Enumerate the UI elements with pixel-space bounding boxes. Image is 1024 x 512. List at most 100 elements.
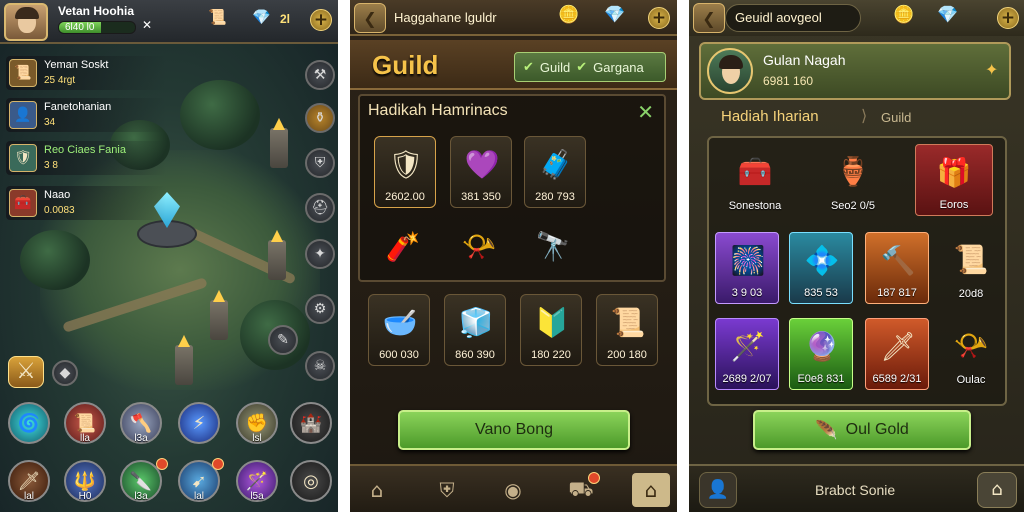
player-avatar[interactable] [4, 3, 48, 41]
shield-icon[interactable]: ⛨ [305, 148, 335, 178]
fist-icon[interactable]: ✊ lsl [236, 402, 278, 444]
blue-scroll-icon[interactable]: 🔭 [528, 228, 578, 264]
gold-chest-icon: 🧰 [737, 154, 773, 188]
feather-icon: 🪶 [815, 419, 838, 440]
tab-guild[interactable]: Guild [881, 110, 911, 125]
notification-badge [156, 458, 168, 470]
armor-chest-icon: 🧳 [538, 147, 574, 181]
top-bar: Vetan Hoohia 6l40 l0 ✕ 📜 💎 2l + [0, 0, 338, 44]
swirl-icon[interactable]: 🌀 [8, 402, 50, 444]
axe-icon[interactable]: ⚒ [305, 60, 335, 90]
home-icon[interactable]: ⌂ [362, 476, 392, 504]
treasure-icon[interactable]: ⚱ [305, 103, 335, 133]
staff-icon[interactable]: 🔱 H0 [64, 460, 106, 502]
close-icon[interactable]: ✕ [142, 18, 152, 32]
feather-icon[interactable]: ✎ [268, 325, 298, 355]
quest-item[interactable]: 👤 Fanetohanian 34 [6, 98, 166, 132]
store-item[interactable]: 💠 835 53 [789, 232, 853, 304]
guild-profile: Gulan Nagah 6981 160 ✦ [699, 42, 1011, 100]
helmet-icon[interactable]: ⛑ [305, 193, 335, 223]
store-item[interactable]: 🏺 Seo2 0/5 [821, 144, 885, 216]
tab-bar: Hadiah Iharian ⟩ Guild [711, 104, 1001, 132]
store-item[interactable]: 📯 Oulac [939, 318, 1003, 390]
skull-icon[interactable]: ☠ [305, 351, 335, 381]
reward-slot[interactable]: 📜 200 180 [596, 294, 658, 366]
reward-slot[interactable]: 🔰 180 220 [520, 294, 582, 366]
sword-icon[interactable]: ⚔ [8, 356, 44, 388]
axe-icon[interactable]: 🪓 l3a [120, 402, 162, 444]
reward-slot[interactable]: 🛡 2602.00 [374, 136, 436, 208]
tab-label: Guild [539, 59, 571, 75]
quest-sub: 0.0083 [44, 205, 75, 216]
scroll-icon[interactable]: 📜 lla [64, 402, 106, 444]
settings-gear-icon[interactable]: ⚙ [305, 294, 335, 324]
resource-count: 2l [280, 12, 291, 26]
knight-portrait-icon: 🛡 [9, 144, 37, 172]
quest-sub: 25 4rgt [44, 75, 76, 86]
tab-divider: ⟩ [861, 108, 868, 125]
store-icon[interactable]: ⌂ [632, 473, 670, 507]
store-item[interactable]: 🧰 Sonestona [723, 144, 787, 216]
store-icon[interactable]: ⌂ [977, 472, 1017, 508]
store-item[interactable]: 🔨 187 817 [865, 232, 929, 304]
bottom-nav: ⌂ ⛨ ◉ ⛟ ⌂ [350, 464, 677, 512]
store-item[interactable]: 🎆 3 9 03 [715, 232, 779, 304]
reward-slot[interactable]: 💜 381 350 [450, 136, 512, 208]
back-button[interactable]: ❮ [693, 3, 725, 33]
quest-item[interactable]: 🛡 Reo Ciaes Fania 3 8 [6, 141, 166, 175]
gem-frame-icon: 💜 [464, 147, 500, 181]
tower[interactable] [268, 240, 286, 280]
gem-icon: 💎 [252, 8, 271, 26]
guild-store-screen: ❮ Geuidl aovgeol 🪙 💎 + Gulan Nagah 6981 … [689, 0, 1024, 512]
check-icon: ✔ [576, 59, 588, 74]
notification-badge [212, 458, 224, 470]
store-item[interactable]: 📜 20d8 [939, 232, 1003, 304]
purple-chest-icon: 🎆 [730, 243, 766, 277]
header-title: Haggahane lguldr [394, 10, 497, 25]
tower[interactable] [270, 128, 288, 168]
store-item[interactable]: 🗡 6589 2/31 [865, 318, 929, 390]
quest-item[interactable]: 📜 Yeman Soskt 25 4rgt [6, 56, 166, 90]
check-icon: ✔ [523, 59, 534, 74]
reward-slot[interactable]: 🥣 600 030 [368, 294, 430, 366]
gold-scroll-icon[interactable]: 📯 [454, 228, 504, 264]
sword-icon[interactable]: 🗡 lal [8, 460, 50, 502]
guild-title: Guild [372, 50, 439, 80]
shield-icon[interactable]: ⛨ [432, 476, 462, 504]
footer: 👤 Brabct Sonie ⌂ [689, 464, 1024, 512]
red-scroll-icon[interactable]: 🧨 [378, 228, 428, 264]
coin-icon: 🪙 [893, 5, 915, 25]
tower[interactable] [210, 300, 228, 340]
claim-button[interactable]: Vano Bong [398, 410, 630, 450]
back-button[interactable]: ❮ [354, 3, 386, 33]
close-icon[interactable]: ✕ [637, 100, 654, 124]
store-item[interactable]: 🎁 Eoros [915, 144, 993, 216]
guild-bar: Guild ✔ Guild ✔ Gargana [350, 40, 677, 90]
gold-scroll-icon: 📜 [953, 242, 989, 276]
gem-icon: 💎 [937, 5, 959, 25]
add-resource-button[interactable]: + [648, 7, 670, 29]
rune-icon[interactable]: ✦ [305, 239, 335, 269]
guild-name: Gulan Nagah [763, 52, 846, 68]
target-icon[interactable]: ◎ [290, 460, 332, 502]
reward-slot[interactable]: 🧳 280 793 [524, 136, 586, 208]
store-item[interactable]: 🪄 2689 2/07 [715, 318, 779, 390]
store-item[interactable]: 🔮 E0e8 831 [789, 318, 853, 390]
add-resource-button[interactable]: + [310, 9, 332, 31]
map-marker-icon[interactable]: ◆ [52, 360, 78, 386]
quest-title: Naao [44, 189, 71, 201]
buy-button[interactable]: 🪶 Oul Gold [753, 410, 971, 450]
wand-icon[interactable]: 🪄 l5a [236, 460, 278, 502]
tab-hadiah[interactable]: Hadiah Iharian [721, 108, 819, 125]
reward-slot[interactable]: 🧊 860 390 [444, 294, 506, 366]
hero-portrait-icon[interactable]: 👤 [699, 472, 737, 508]
lightning-icon[interactable]: ⚡ [178, 402, 220, 444]
tab-guild[interactable]: ✔ Guild ✔ Gargana [514, 52, 666, 82]
add-resource-button[interactable]: + [997, 7, 1019, 29]
blue-cauldron-icon: 🥣 [382, 305, 418, 339]
compass-icon[interactable]: ◉ [498, 476, 528, 504]
guild-avatar[interactable] [707, 48, 753, 94]
tower[interactable] [175, 345, 193, 385]
quest-item[interactable]: 🧰 Naao 0.0083 [6, 186, 166, 220]
castle-icon[interactable]: 🏰 [290, 402, 332, 444]
